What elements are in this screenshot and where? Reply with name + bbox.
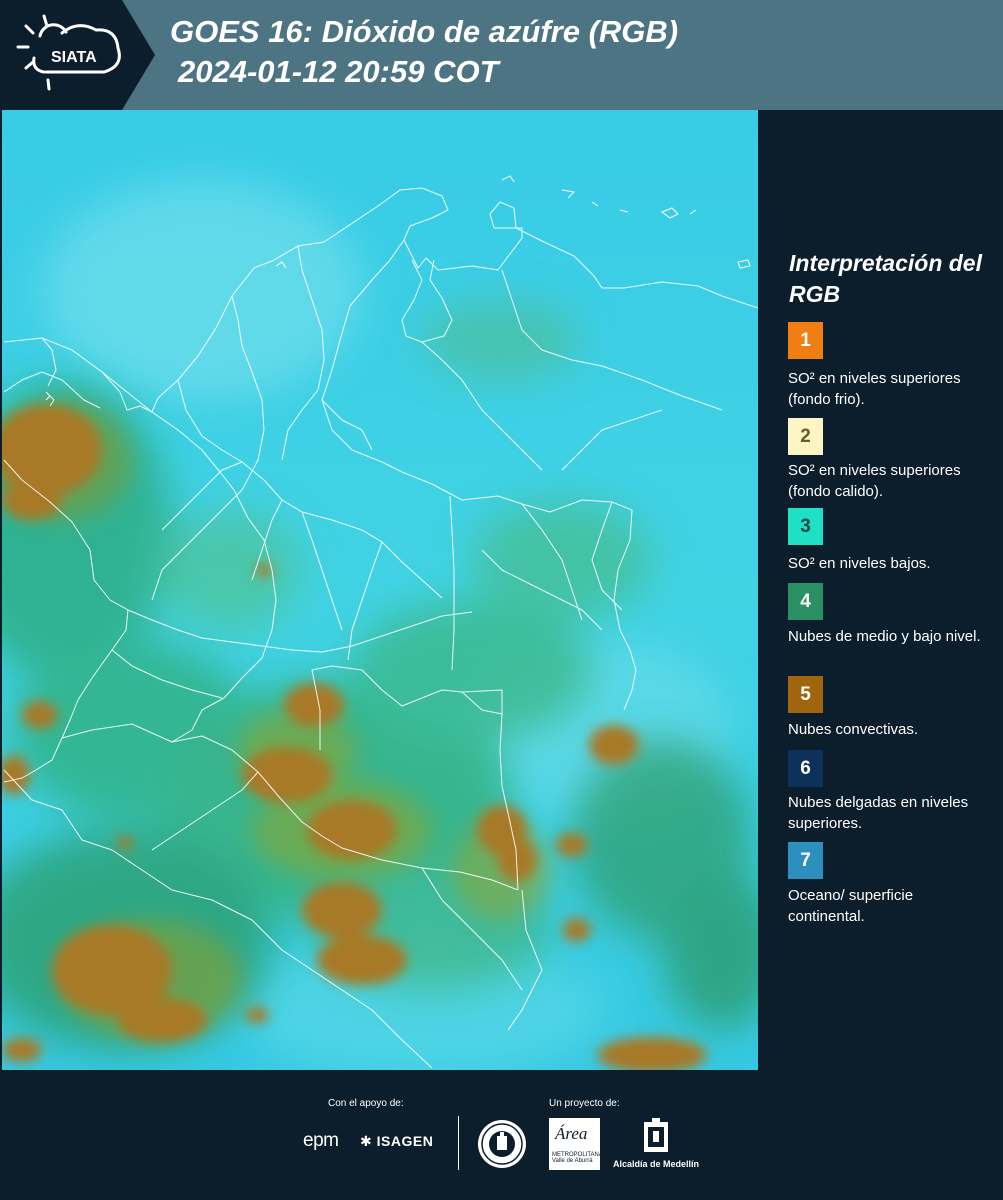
legend-number: 7 [800, 849, 811, 871]
legend-text-7: Oceano/ superficie continental. [788, 887, 914, 925]
legend-swatch-7: 7 [788, 842, 823, 879]
legend-number: 2 [800, 425, 811, 447]
area-logo-text: Área [555, 1124, 588, 1143]
legend-number: 5 [800, 683, 811, 705]
legend-panel: Interpretación del RGB 1 SO² en niveles … [760, 110, 1003, 1070]
legend-text-1: SO² en niveles superiores (fondo frio). [788, 370, 961, 408]
satellite-map [2, 110, 758, 1070]
epm-logo: epm [303, 1130, 339, 1151]
legend-text-5: Nubes convectivas. [788, 721, 919, 738]
legend-text-2: SO² en niveles superiores (fondo calido)… [788, 462, 961, 500]
area-logo-subtext: METROPOLITANA Valle de Aburrá [552, 1152, 603, 1164]
support-label: Con el apoyo de: [328, 1098, 404, 1109]
footer-divider [458, 1116, 459, 1170]
legend-text-6: Nubes delgadas en niveles superiores. [788, 794, 969, 832]
legend-number: 1 [800, 329, 811, 351]
project-label: Un proyecto de: [549, 1098, 620, 1109]
logo-text: SIATA [51, 49, 97, 66]
timestamp: 2024-01-12 20:59 COT [178, 54, 499, 89]
legend-text-4: Nubes de medio y bajo nivel. [788, 628, 981, 645]
legend-swatch-2: 2 [788, 418, 823, 455]
siata-logo: SIATA [0, 0, 155, 110]
header-bar: SIATA GOES 16: Dióxido de azúfre (RGB) 2… [0, 0, 1003, 110]
isagen-logo: ✱ ISAGEN [360, 1133, 434, 1149]
legend-number: 3 [800, 515, 811, 537]
legend-number: 6 [800, 757, 811, 779]
legend-swatch-1: 1 [788, 322, 823, 359]
legend-text-3: SO² en niveles bajos. [788, 555, 931, 572]
legend-title: Interpretación del RGB [789, 250, 982, 307]
legend-swatch-5: 5 [788, 676, 823, 713]
footer: Con el apoyo de: Un proyecto de: epm ✱ I… [0, 1070, 1003, 1200]
page-title: GOES 16: Dióxido de azúfre (RGB) [170, 14, 679, 49]
alcaldia-crest-icon [644, 1118, 668, 1152]
legend-number: 4 [800, 590, 811, 612]
legend-swatch-6: 6 [788, 750, 823, 787]
legend-swatch-4: 4 [788, 583, 823, 620]
legend-swatch-3: 3 [788, 508, 823, 545]
alcaldia-text: Alcaldía de Medellín [613, 1159, 700, 1169]
isagen-text: ISAGEN [376, 1133, 434, 1149]
area-metropolitana-logo: Área METROPOLITANA Valle de Aburrá [549, 1118, 603, 1170]
medellin-seal-icon [478, 1120, 526, 1168]
